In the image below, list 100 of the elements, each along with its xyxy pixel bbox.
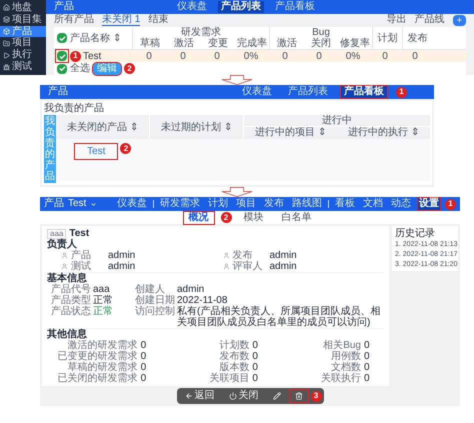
nav-tab[interactable]: 产品列表 [218,0,264,13]
column-header: 草稿 [139,38,161,49]
panel-title: 历史记录 [395,228,436,239]
field-label: 计划数 [219,340,250,351]
sub-tab[interactable]: 白名单 [276,210,318,224]
step-marker: 1 [396,86,407,98]
sub-tab[interactable]: 模块 [238,210,270,224]
nav-tab[interactable]: 仪表盘 [238,85,276,99]
product-name[interactable]: Test [83,50,102,62]
field-value: admin [108,250,136,261]
column-header: 激活 [276,38,298,49]
checkbox[interactable] [57,51,67,61]
column-header[interactable]: 未关闭的产品 ⇕ [67,122,138,132]
field-value: 0 [252,373,258,384]
field-value: 0 [140,373,147,384]
table-cell-text: 0 [213,50,221,62]
field-value: aaa [93,284,110,295]
field-label: 关联执行 [320,373,361,384]
checkbox[interactable] [57,33,67,43]
field-label: 草稿的研发需求 [68,362,138,373]
step-marker: 2 [120,143,132,154]
close-button[interactable]: 关闭 [222,388,264,404]
field-label: 创建人 [135,284,165,295]
delete-button[interactable] [288,389,308,403]
field-value: 正常 [93,295,113,306]
nav-tab[interactable]: 仪表盘 [115,197,149,211]
sidebar-item[interactable]: 测试 [0,61,46,73]
field-label: 发布数 [219,351,250,362]
add-button[interactable]: + [452,14,466,26]
breadcrumb-item[interactable]: Test [68,199,86,209]
toolbar-link[interactable]: 产品线 [414,15,445,26]
column-group-header: Bug [312,27,331,38]
nav-tab[interactable]: 研发需求 [158,197,202,211]
product-code-badge: aaa [47,228,66,238]
menu-icon [3,4,10,12]
field-label: 产品类型 [51,295,91,306]
user-icon [61,252,68,259]
field-label: 已关闭的研发需求 [58,373,138,384]
section-title: 负责人 [47,239,77,250]
nav-tab[interactable]: 文档 [361,197,385,211]
field-value: 2022-11-08 [177,295,228,306]
menu-icon [3,28,10,36]
table-cell-text: 0 [179,50,187,62]
step-marker: 1 [445,198,456,210]
field-value: admin [177,284,204,295]
breadcrumb-item[interactable]: 产品 [44,199,64,209]
column-header[interactable]: 进行中的执行 ⇕ [337,127,430,138]
sidebar-item[interactable]: 执行 [0,49,46,62]
column-header: 关闭 [310,38,332,49]
field-value: 0 [364,373,370,384]
select-all-label: 全选 [70,63,90,74]
column-header[interactable]: 进行中的项目 ⇕ [244,127,337,138]
nav-tab[interactable]: 项目 [234,197,258,211]
caret-icon [90,200,98,208]
field-value: 0 [364,362,370,373]
section-title: 我负责的产品 [44,103,105,114]
toolbar-link[interactable]: 导出 [386,15,407,26]
field-value: 0 [252,351,258,362]
sidebar-item[interactable]: 产品 [0,26,46,38]
nav-tab[interactable]: 计划 [206,197,230,211]
column-header[interactable]: 产品名称 ⇕ [70,32,121,44]
field-label: 测试 [71,261,92,272]
user-icon [222,263,230,270]
nav-tab[interactable]: 看板 [333,197,357,211]
field-label: 发布 [232,250,252,261]
nav-tab[interactable]: 路线图 [290,197,324,211]
sidebar-item[interactable]: 地盘 [0,2,46,14]
nav-tab[interactable]: 产品看板 [272,0,318,13]
filter-tab[interactable]: 所有产品 [54,15,94,26]
nav-tab[interactable]: 仪表盘 [174,0,210,13]
sidebar-item[interactable]: 项目 [0,37,46,50]
back-button[interactable]: 返回 [178,388,220,404]
user-icon [222,252,230,259]
nav-tab[interactable]: 设置 [417,197,441,211]
field-label: 用例数 [330,351,361,362]
field-label: 相关Bug [323,340,361,351]
field-label: 版本数 [219,362,250,373]
section-title: 其他信息 [47,328,384,340]
nav-tab[interactable]: 动态 [389,197,413,211]
checkbox[interactable] [57,64,67,74]
page-title: 产品 [48,87,69,97]
filter-tab[interactable]: 未关闭 1 [102,14,140,26]
column-header: 变更 [207,38,229,49]
field-label: 产品 [71,250,92,261]
field-value: 0 [364,340,370,351]
nav-tab[interactable]: 产品看板 [340,85,388,99]
table-row[interactable]: 1 Test 0 0 0 0% 0 0 0% 0 0 [54,50,466,62]
sidebar-item[interactable]: 项目集 [0,14,46,26]
nav-tab[interactable]: 产品列表 [284,85,332,99]
column-header[interactable]: 未过期的计划 ⇕ [161,122,232,132]
sub-tab[interactable]: 概况 [182,210,214,224]
product-link[interactable]: Test [74,143,118,160]
field-label: 激活的研发需求 [68,340,138,351]
table-cell-text: 0 [145,50,153,62]
step-marker: 1 [70,50,81,62]
user-icon [61,263,68,270]
table-cell-text: 0 [381,50,389,62]
nav-tab[interactable]: 发布 [262,197,286,211]
filter-tab[interactable]: 结束 [148,15,168,26]
field-label: 产品代号 [51,284,91,295]
